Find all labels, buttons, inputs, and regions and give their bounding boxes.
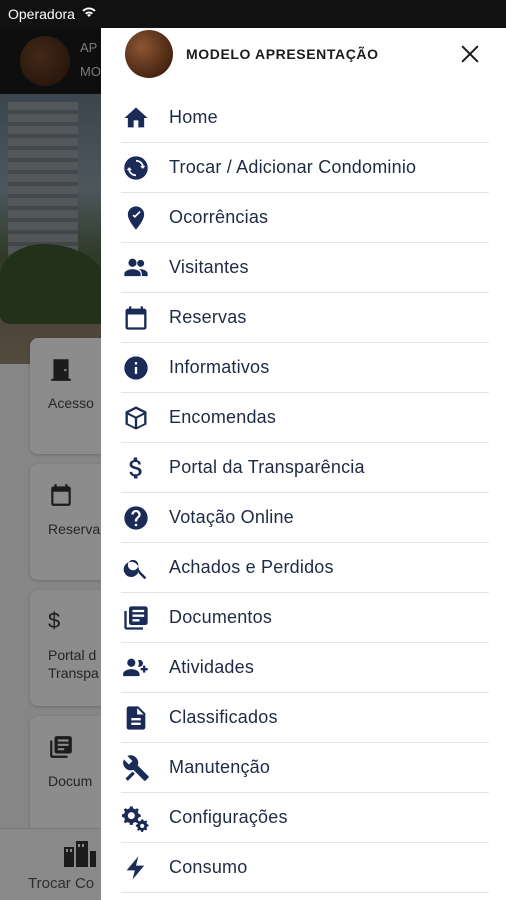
menu-item-classifieds[interactable]: Classificados (121, 693, 489, 743)
menu-item-settings[interactable]: Configurações (121, 793, 489, 843)
menu-item-news[interactable]: Informativos (121, 343, 489, 393)
carrier-label: Operadora (8, 6, 75, 22)
menu-item-documents[interactable]: Documentos (121, 593, 489, 643)
menu-item-label: Home (169, 107, 218, 127)
menu-item-home[interactable]: Home (121, 93, 489, 143)
swap-icon (121, 153, 151, 183)
menu-item-label: Votação Online (169, 507, 294, 527)
menu-item-packages[interactable]: Encomendas (121, 393, 489, 443)
documents-icon (121, 603, 151, 633)
close-icon (461, 45, 479, 63)
menu-item-label: Ocorrências (169, 207, 269, 227)
drawer-menu: Home Trocar / Adicionar Condominio Ocorr… (121, 93, 489, 893)
menu-item-label: Portal da Transparência (169, 457, 365, 477)
search-icon (121, 553, 151, 583)
status-bar: Operadora (0, 0, 506, 28)
menu-item-lost-and-found[interactable]: Achados e Perdidos (121, 543, 489, 593)
tools-icon (121, 753, 151, 783)
info-icon (121, 353, 151, 383)
menu-item-label: Achados e Perdidos (169, 557, 334, 577)
menu-item-label: Visitantes (169, 257, 249, 277)
classifieds-icon (121, 703, 151, 733)
dollar-icon (121, 453, 151, 483)
package-icon (121, 403, 151, 433)
menu-item-visitors[interactable]: Visitantes (121, 243, 489, 293)
menu-item-activities[interactable]: Atividades (121, 643, 489, 693)
help-icon (121, 503, 151, 533)
menu-item-label: Trocar / Adicionar Condominio (169, 157, 417, 177)
menu-item-maintenance[interactable]: Manutenção (121, 743, 489, 793)
add-people-icon (121, 653, 151, 683)
menu-item-label: Documentos (169, 607, 273, 627)
lightning-icon (121, 853, 151, 883)
location-pin-icon (121, 203, 151, 233)
menu-item-label: Consumo (169, 857, 248, 877)
user-name: MODELO APRESENTAÇÃO (186, 46, 379, 62)
calendar-icon (121, 303, 151, 333)
menu-item-label: Classificados (169, 707, 278, 727)
menu-item-occurrences[interactable]: Ocorrências (121, 193, 489, 243)
menu-item-transparency-portal[interactable]: Portal da Transparência (121, 443, 489, 493)
home-icon (121, 103, 151, 133)
people-icon (121, 253, 151, 283)
menu-item-label: Configurações (169, 807, 288, 827)
close-button[interactable] (456, 40, 484, 68)
avatar (125, 30, 173, 78)
menu-item-online-voting[interactable]: Votação Online (121, 493, 489, 543)
menu-item-label: Manutenção (169, 757, 271, 777)
navigation-drawer: MODELO APRESENTAÇÃO Home Trocar / Adicio… (101, 0, 506, 900)
menu-item-label: Atividades (169, 657, 255, 677)
menu-item-switch-condominium[interactable]: Trocar / Adicionar Condominio (121, 143, 489, 193)
menu-item-reservations[interactable]: Reservas (121, 293, 489, 343)
wifi-icon (81, 5, 97, 24)
menu-item-consumption[interactable]: Consumo (121, 843, 489, 893)
gears-icon (121, 803, 151, 833)
menu-item-label: Encomendas (169, 407, 277, 427)
menu-item-label: Reservas (169, 307, 247, 327)
menu-item-label: Informativos (169, 357, 270, 377)
